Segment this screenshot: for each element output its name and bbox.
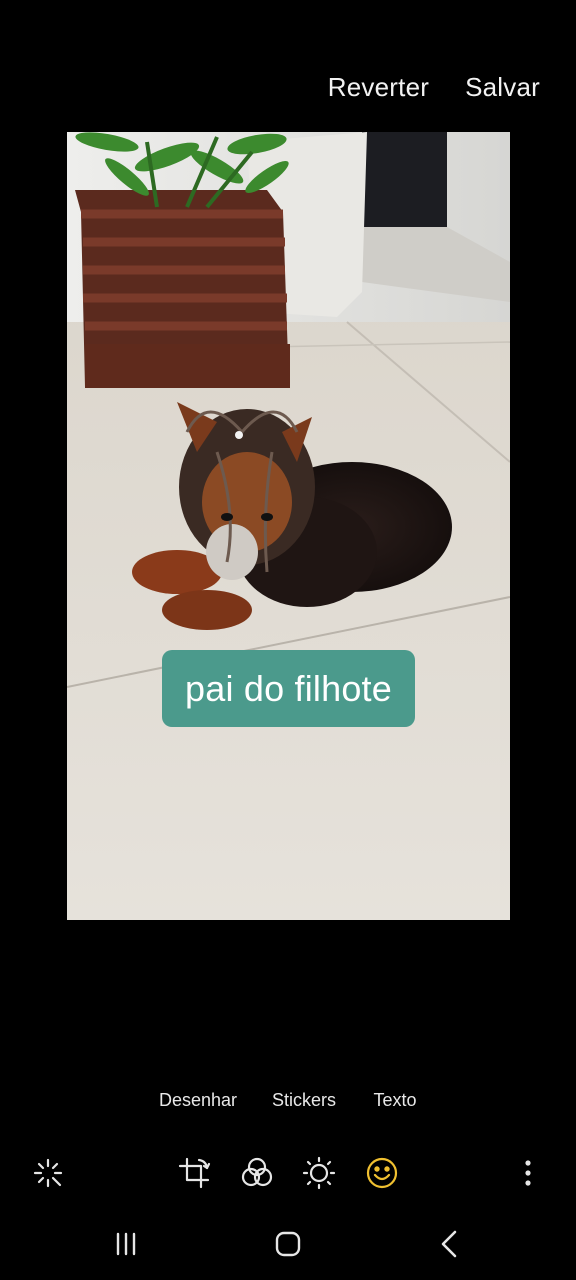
save-button[interactable]: Salvar (465, 72, 540, 103)
editor-toolbar (0, 1150, 576, 1196)
draw-tab[interactable]: Desenhar (159, 1090, 237, 1111)
back-icon[interactable] (434, 1228, 466, 1260)
photo-canvas[interactable] (67, 132, 510, 920)
decorations-subtools: Desenhar Stickers Texto (0, 1090, 576, 1120)
auto-enhance-icon[interactable] (31, 1156, 65, 1190)
more-options-icon[interactable] (511, 1156, 545, 1190)
adjust-icon[interactable] (302, 1156, 336, 1190)
recent-apps-icon[interactable] (110, 1228, 142, 1260)
filters-icon[interactable] (240, 1156, 274, 1190)
crop-rotate-icon[interactable] (177, 1156, 211, 1190)
top-actions: Reverter Salvar (328, 72, 540, 103)
revert-button[interactable]: Reverter (328, 72, 429, 103)
system-navigation-bar (0, 1222, 576, 1266)
home-icon[interactable] (272, 1228, 304, 1260)
photo-image (67, 132, 510, 920)
text-sticker[interactable]: pai do filhote (162, 650, 415, 727)
text-tab[interactable]: Texto (373, 1090, 416, 1111)
decorations-icon[interactable] (365, 1156, 399, 1190)
stickers-tab[interactable]: Stickers (272, 1090, 336, 1111)
